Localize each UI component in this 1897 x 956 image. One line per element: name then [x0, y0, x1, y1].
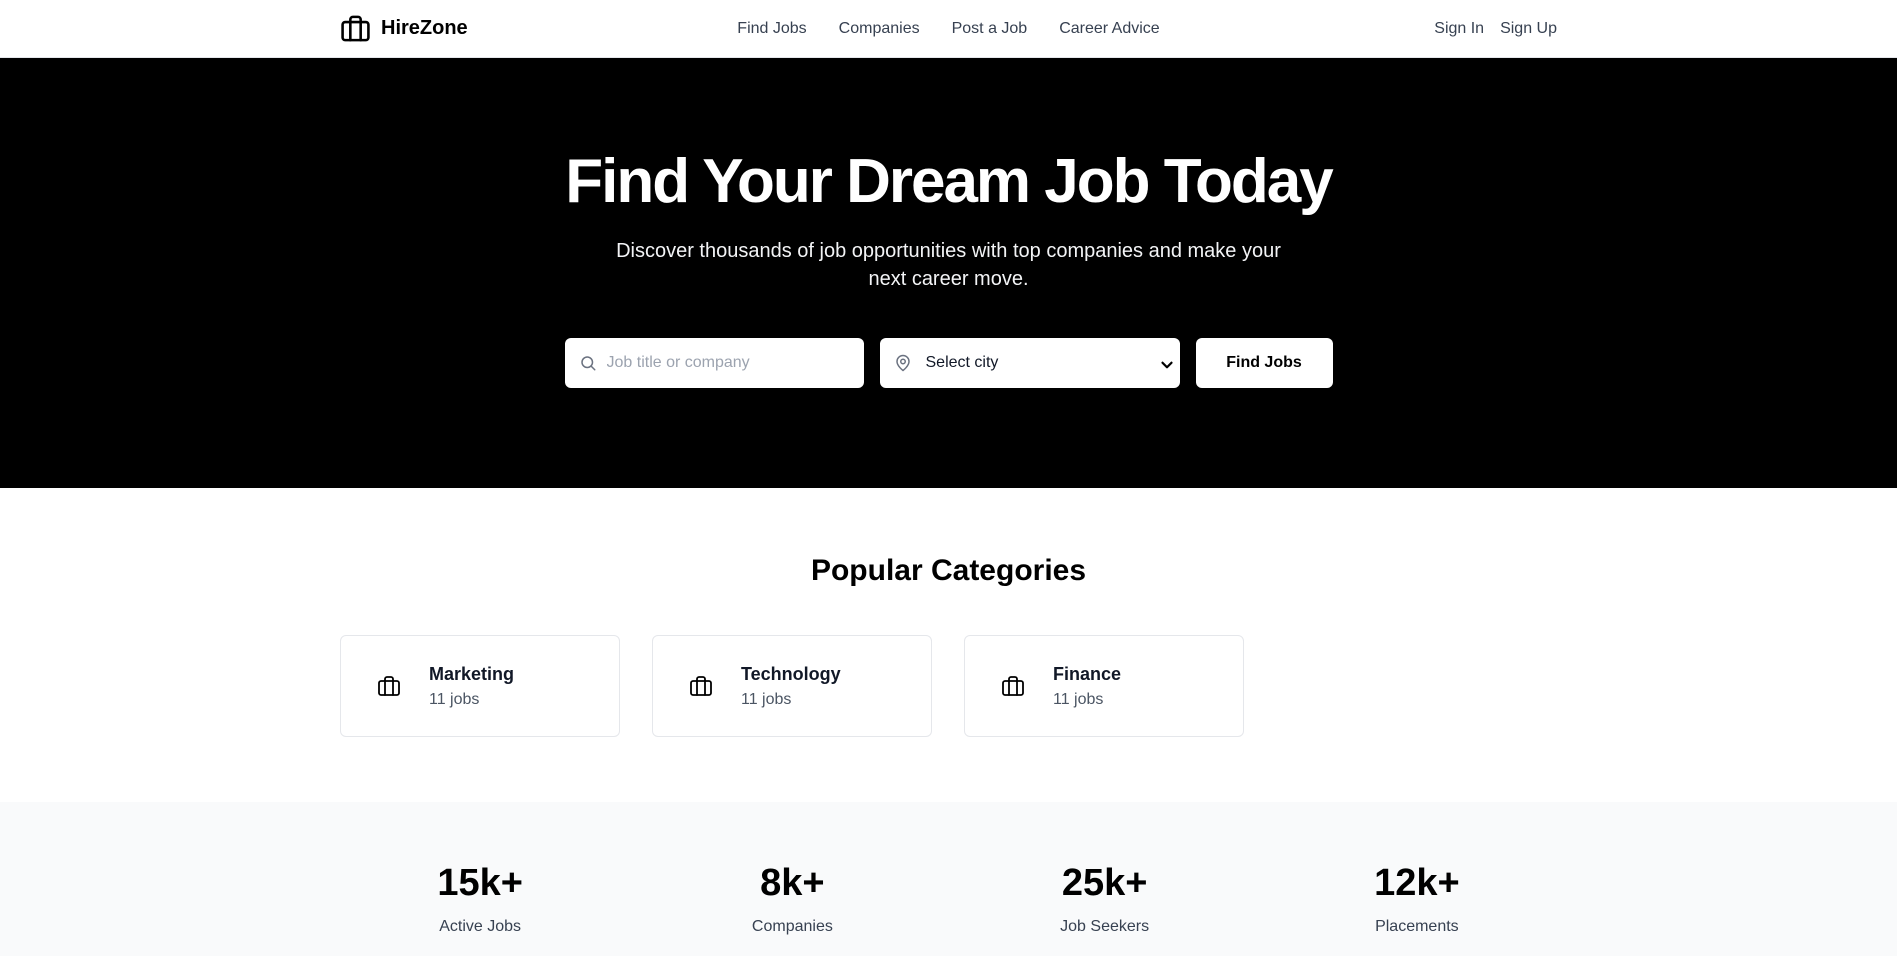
stat-value: 8k+ — [760, 862, 825, 904]
find-jobs-button[interactable]: Find Jobs — [1195, 338, 1333, 388]
main-nav: Find Jobs Companies Post a Job Career Ad… — [737, 20, 1159, 38]
category-card-finance[interactable]: Finance 11 jobs — [964, 635, 1244, 737]
briefcase-icon — [690, 676, 712, 696]
stat-value: 15k+ — [437, 862, 523, 904]
sign-up-link[interactable]: Sign Up — [1500, 20, 1557, 38]
category-name: Marketing — [429, 663, 515, 684]
auth-links: Sign In Sign Up — [1434, 20, 1557, 38]
city-select[interactable]: Select city — [879, 338, 1180, 388]
stat-active-jobs: 15k+ Active Jobs — [324, 864, 636, 936]
category-count: 11 jobs — [1053, 690, 1104, 708]
category-card-technology[interactable]: Technology 11 jobs — [652, 635, 932, 737]
stat-value: 25k+ — [1061, 862, 1148, 904]
stat-companies: 8k+ Companies — [636, 864, 948, 936]
category-card-marketing[interactable]: Marketing 11 jobs — [340, 635, 620, 737]
categories-title: Popular Categories — [810, 554, 1087, 587]
hero-title: Find Your Dream Job Today — [565, 147, 1333, 216]
categories-section: Popular Categories Marketing 11 jobs Tec… — [0, 488, 1897, 802]
hero-subtitle: Discover thousands of job opportunities … — [616, 240, 1281, 290]
category-count: 11 jobs — [429, 690, 480, 708]
stat-placements: 12k+ Placements — [1261, 864, 1573, 936]
sign-in-link[interactable]: Sign In — [1434, 20, 1484, 38]
job-search-field — [564, 338, 864, 388]
category-cards: Marketing 11 jobs Technology 11 jobs Fin… — [340, 635, 1557, 737]
city-select-value: Select city — [925, 354, 999, 371]
hero-section: Find Your Dream Job Today Discover thous… — [0, 58, 1897, 488]
category-name: Finance — [1053, 663, 1122, 684]
stats-section: 15k+ Active Jobs 8k+ Companies 25k+ Job … — [0, 802, 1897, 956]
nav-post-a-job[interactable]: Post a Job — [952, 20, 1028, 38]
nav-find-jobs[interactable]: Find Jobs — [737, 20, 806, 38]
briefcase-icon — [1002, 676, 1024, 696]
chevron-down-icon — [1160, 361, 1173, 369]
stat-value: 12k+ — [1374, 862, 1460, 904]
category-name: Technology — [741, 663, 841, 684]
search-icon — [580, 356, 595, 371]
map-pin-icon — [895, 354, 910, 372]
briefcase-icon — [341, 15, 370, 42]
stat-label: Placements — [1375, 918, 1459, 935]
brand-name: HireZone — [381, 17, 468, 39]
brand-logo[interactable]: HireZone — [340, 13, 468, 44]
job-search-input[interactable] — [606, 354, 857, 372]
stat-label: Active Jobs — [439, 918, 522, 935]
search-bar: Select city Find Jobs — [564, 338, 1333, 388]
stat-job-seekers: 25k+ Job Seekers — [949, 864, 1261, 936]
site-header: HireZone Find Jobs Companies Post a Job … — [0, 0, 1897, 58]
nav-companies[interactable]: Companies — [839, 20, 920, 38]
category-count: 11 jobs — [741, 690, 792, 708]
briefcase-icon — [378, 676, 400, 696]
nav-career-advice[interactable]: Career Advice — [1059, 20, 1160, 38]
stat-label: Job Seekers — [1060, 918, 1150, 935]
stat-label: Companies — [751, 918, 833, 935]
